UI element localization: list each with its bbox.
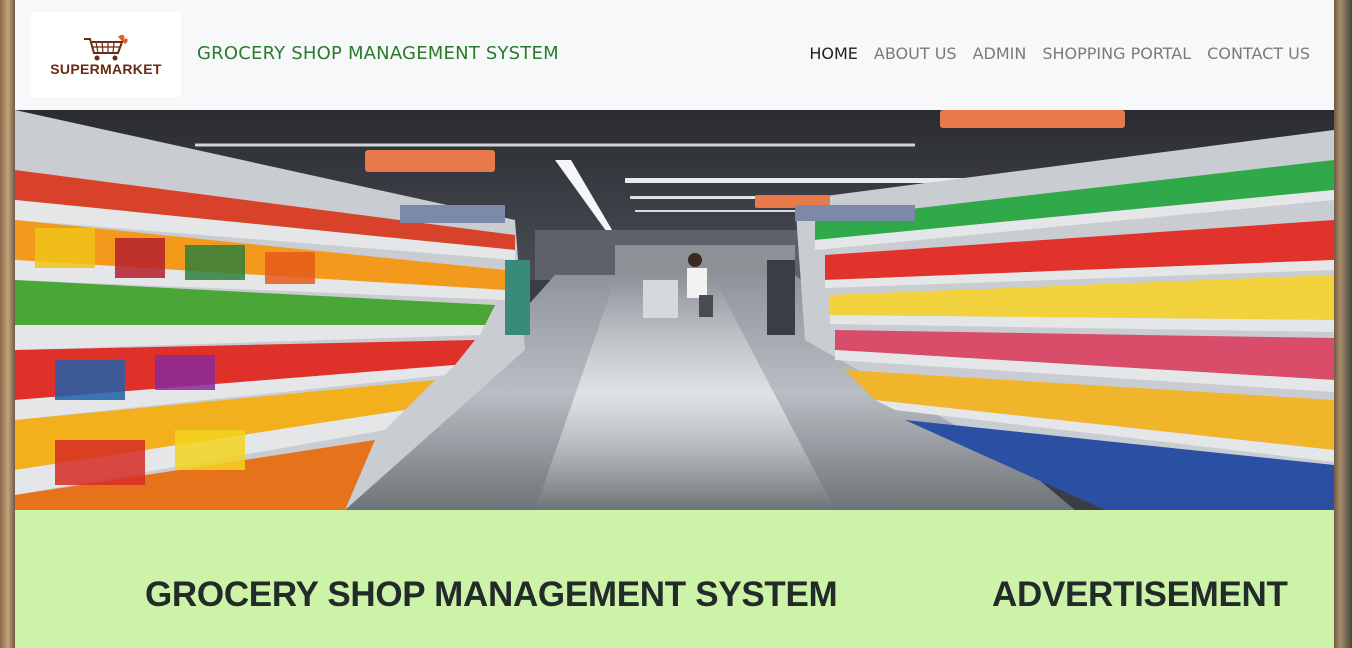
logo[interactable]: SUPERMARKET (31, 12, 181, 97)
hero-image (15, 110, 1334, 510)
main-section: GROCERY SHOP MANAGEMENT SYSTEM ADVERTISE… (15, 510, 1334, 648)
nav-about-us[interactable]: ABOUT US (874, 44, 957, 63)
advertisement-title: ADVERTISEMENT (992, 575, 1288, 615)
logo-text: SUPERMARKET (50, 60, 162, 77)
navbar: SUPERMARKET GROCERY SHOP MANAGEMENT SYST… (15, 0, 1334, 110)
page: SUPERMARKET GROCERY SHOP MANAGEMENT SYST… (15, 0, 1334, 648)
nav-contact-us[interactable]: CONTACT US (1207, 44, 1310, 63)
main-title: GROCERY SHOP MANAGEMENT SYSTEM (145, 575, 838, 615)
nav-shopping-portal[interactable]: SHOPPING PORTAL (1042, 44, 1191, 63)
supermarket-aisle-illustration (15, 110, 1334, 510)
shopping-cart-icon (84, 34, 128, 60)
nav-admin[interactable]: ADMIN (973, 44, 1027, 63)
main-nav: HOME ABOUT US ADMIN SHOPPING PORTAL CONT… (809, 44, 1310, 63)
nav-home[interactable]: HOME (809, 44, 858, 63)
brand-title[interactable]: GROCERY SHOP MANAGEMENT SYSTEM (197, 43, 559, 64)
